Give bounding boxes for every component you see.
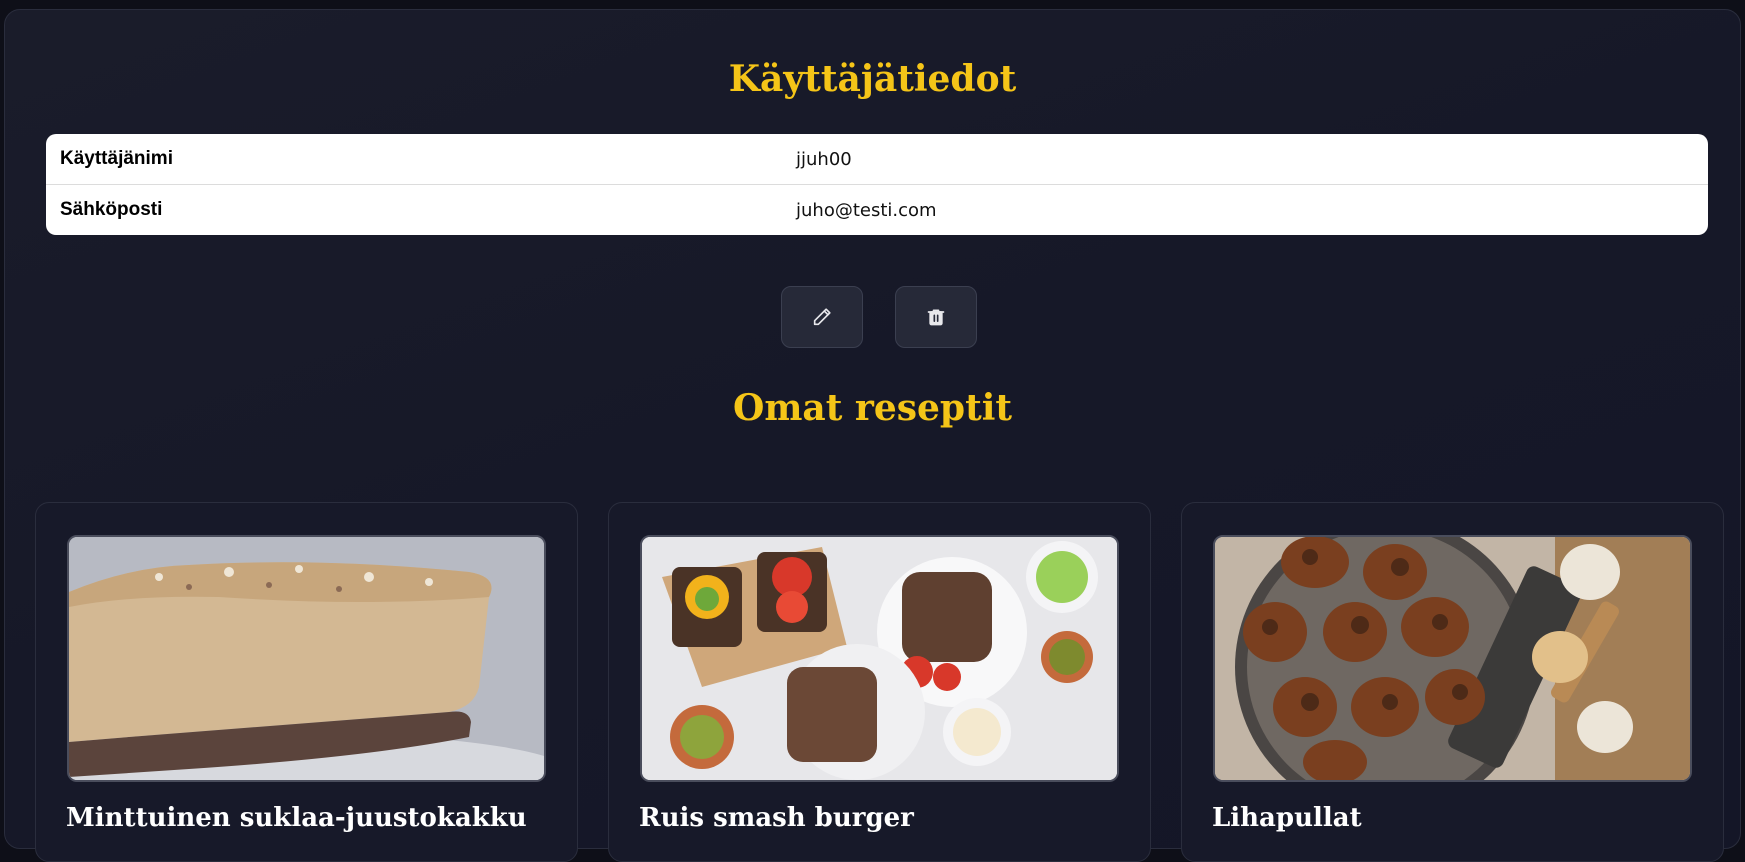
pencil-icon bbox=[813, 308, 831, 326]
email-row: Sähköposti juho@testi.com bbox=[46, 185, 1708, 235]
recipe-image[interactable] bbox=[1213, 535, 1692, 782]
burger-image bbox=[642, 537, 1117, 780]
edit-profile-button[interactable] bbox=[781, 286, 863, 348]
trash-icon bbox=[927, 309, 945, 326]
recipe-image[interactable] bbox=[67, 535, 546, 782]
profile-panel: Käyttäjätiedot Käyttäjänimi jjuh00 Sähkö… bbox=[4, 9, 1741, 862]
email-label: Sähköposti bbox=[60, 199, 163, 220]
user-info-table: Käyttäjänimi jjuh00 Sähköposti juho@test… bbox=[46, 134, 1708, 235]
recipe-title[interactable]: Lihapullat bbox=[1212, 803, 1362, 833]
recipe-card[interactable]: Minttuinen suklaa-juustokakku bbox=[35, 502, 578, 862]
email-value: juho@testi.com bbox=[796, 199, 937, 221]
username-row: Käyttäjänimi jjuh00 bbox=[46, 134, 1708, 185]
recipe-image[interactable] bbox=[640, 535, 1119, 782]
recipe-card[interactable]: Ruis smash burger bbox=[608, 502, 1151, 862]
recipe-title[interactable]: Minttuinen suklaa-juustokakku bbox=[66, 803, 527, 833]
recipe-title[interactable]: Ruis smash burger bbox=[639, 803, 914, 833]
user-info-title: Käyttäjätiedot bbox=[728, 58, 1017, 100]
username-label: Käyttäjänimi bbox=[60, 148, 173, 169]
cheesecake-image bbox=[69, 537, 544, 780]
username-value: jjuh00 bbox=[796, 148, 852, 170]
recipe-card[interactable]: Lihapullat bbox=[1181, 502, 1724, 862]
meatballs-image bbox=[1215, 537, 1690, 780]
delete-profile-button[interactable] bbox=[895, 286, 977, 348]
own-recipes-title: Omat reseptit bbox=[732, 387, 1013, 429]
